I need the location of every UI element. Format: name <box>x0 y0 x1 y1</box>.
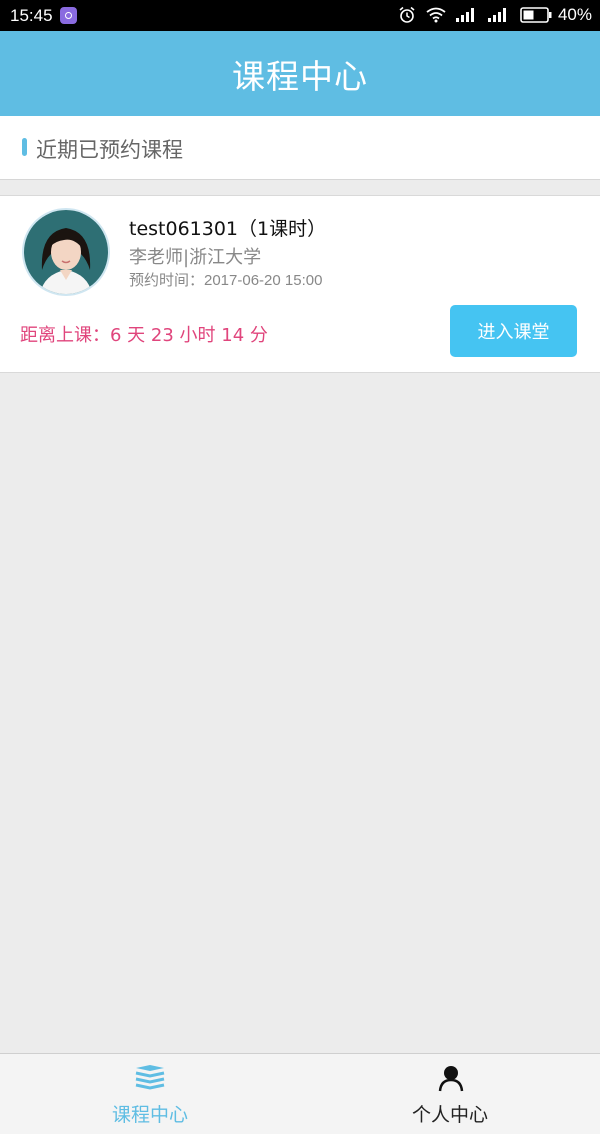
signal-icon-2 <box>487 8 506 22</box>
battery: 40% <box>520 5 592 25</box>
course-card[interactable]: test061301（1课时） 李老师|浙江大学 预约时间：2017-06-20… <box>0 195 600 373</box>
course-title: test061301（1课时） <box>129 218 327 240</box>
battery-level: 40% <box>557 5 592 24</box>
person-icon <box>438 1066 464 1092</box>
status-bar: 15:45 40% <box>0 0 600 31</box>
section-header: 近期已预约课程 <box>0 116 600 180</box>
alarm-icon <box>399 6 415 23</box>
status-time: 15:45 <box>10 6 53 25</box>
class-countdown: 距离上课：6 天 23 小时 14 分 <box>20 325 268 346</box>
enter-classroom-button[interactable]: 进入课堂 <box>450 305 577 357</box>
wifi-icon <box>426 7 446 23</box>
nav-course-center[interactable]: 课程中心 <box>0 1054 300 1134</box>
status-icons: 40% <box>398 5 592 25</box>
nav-personal-center-label: 个人中心 <box>411 1104 488 1126</box>
booking-time: 预约时间：2017-06-20 15:00 <box>129 272 323 289</box>
nav-course-center-label: 课程中心 <box>111 1104 188 1126</box>
section-title: 近期已预约课程 <box>36 138 183 162</box>
section-accent-bar <box>22 138 27 156</box>
page-title: 课程中心 <box>0 31 600 116</box>
signal-icon <box>455 8 474 22</box>
teacher-avatar <box>22 208 110 296</box>
teacher-info: 李老师|浙江大学 <box>129 247 262 268</box>
nav-personal-center[interactable]: 个人中心 <box>300 1054 600 1134</box>
books-icon <box>135 1065 165 1090</box>
app-notification-icon <box>60 7 77 24</box>
bottom-nav: 课程中心 个人中心 <box>0 1053 600 1134</box>
battery-icon <box>520 7 552 23</box>
